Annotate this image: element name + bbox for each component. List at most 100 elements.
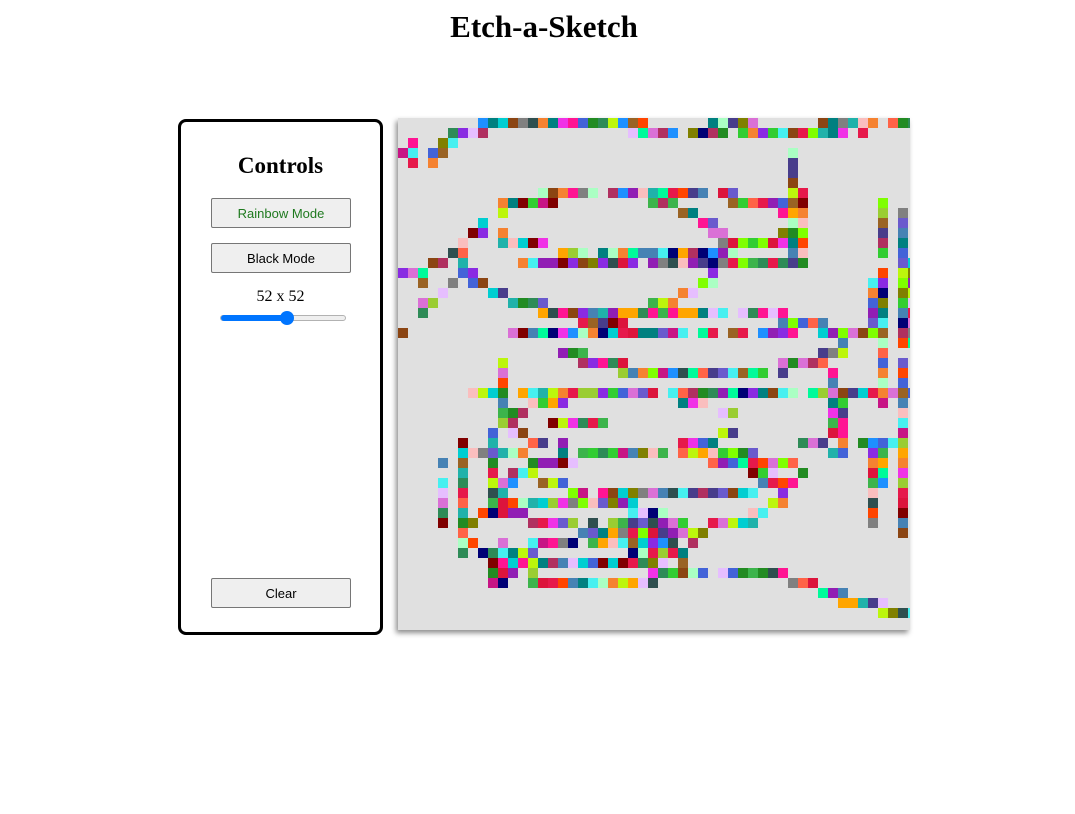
grid-cell xyxy=(468,128,478,138)
grid-cell xyxy=(908,298,910,308)
grid-cell xyxy=(598,578,608,588)
grid-cell xyxy=(528,398,538,408)
grid-cell xyxy=(618,388,628,398)
grid-cell xyxy=(818,328,828,338)
grid-cell xyxy=(718,258,728,268)
grid-cell xyxy=(668,518,678,528)
clear-button[interactable]: Clear xyxy=(211,578,351,608)
grid-cell xyxy=(748,308,758,318)
grid-cell xyxy=(888,388,898,398)
grid-cell xyxy=(508,558,518,568)
grid-cell xyxy=(868,438,878,448)
grid-cell xyxy=(838,398,848,408)
grid-cell xyxy=(538,458,548,468)
grid-cell xyxy=(908,288,910,298)
grid-cell xyxy=(608,248,618,258)
grid-cell xyxy=(838,438,848,448)
grid-cell xyxy=(888,608,898,618)
grid-cell xyxy=(798,358,808,368)
grid-cell xyxy=(538,478,548,488)
grid-cell xyxy=(578,578,588,588)
black-mode-button[interactable]: Black Mode xyxy=(211,243,351,273)
grid-cell xyxy=(458,538,468,548)
grid-cell xyxy=(618,188,628,198)
grid-cell xyxy=(468,228,478,238)
grid-cell xyxy=(518,408,528,418)
grid-cell xyxy=(518,298,528,308)
grid-cell xyxy=(878,318,888,328)
grid-cell xyxy=(468,518,478,528)
grid-cell xyxy=(518,258,528,268)
grid-cell xyxy=(838,408,848,418)
grid-cell xyxy=(878,248,888,258)
grid-cell xyxy=(458,448,468,458)
grid-cell xyxy=(868,278,878,288)
sketch-grid[interactable] xyxy=(398,118,910,630)
grid-cell xyxy=(608,318,618,328)
grid-cell xyxy=(688,538,698,548)
grid-cell xyxy=(718,248,728,258)
grid-cell xyxy=(708,268,718,278)
grid-cell xyxy=(658,128,668,138)
grid-cell xyxy=(838,428,848,438)
grid-cell xyxy=(538,538,548,548)
grid-cell xyxy=(568,188,578,198)
grid-cell xyxy=(548,558,558,568)
grid-cell xyxy=(778,368,788,378)
grid-cell xyxy=(548,498,558,508)
grid-cell xyxy=(488,488,498,498)
grid-cell xyxy=(528,518,538,528)
grid-cell xyxy=(628,118,638,128)
grid-cell xyxy=(788,218,798,228)
grid-cell xyxy=(688,288,698,298)
grid-cell xyxy=(628,308,638,318)
grid-cell xyxy=(568,488,578,498)
grid-cell xyxy=(658,518,668,528)
grid-cell xyxy=(638,558,648,568)
grid-cell xyxy=(728,518,738,528)
grid-cell xyxy=(458,238,468,248)
grid-cell xyxy=(788,258,798,268)
grid-cell xyxy=(578,558,588,568)
grid-cell xyxy=(908,278,910,288)
grid-cell xyxy=(898,278,908,288)
grid-cell xyxy=(898,118,908,128)
grid-cell xyxy=(518,328,528,338)
grid-cell xyxy=(718,568,728,578)
grid-cell xyxy=(828,328,838,338)
grid-cell xyxy=(588,328,598,338)
grid-cell xyxy=(778,568,788,578)
grid-cell xyxy=(498,358,508,368)
grid-cell xyxy=(878,398,888,408)
grid-cell xyxy=(698,308,708,318)
grid-cell xyxy=(668,248,678,258)
grid-cell xyxy=(458,518,468,528)
slider-thumb[interactable] xyxy=(279,311,294,325)
grid-cell xyxy=(758,568,768,578)
grid-cell xyxy=(498,548,508,558)
grid-cell xyxy=(778,198,788,208)
grid-cell xyxy=(708,458,718,468)
grid-cell xyxy=(648,198,658,208)
grid-cell xyxy=(498,568,508,578)
grid-cell xyxy=(668,188,678,198)
grid-cell xyxy=(628,528,638,538)
grid-cell xyxy=(838,588,848,598)
grid-cell xyxy=(748,368,758,378)
grid-cell xyxy=(668,258,678,268)
grid-cell xyxy=(458,498,468,508)
grid-cell xyxy=(878,328,888,338)
grid-cell xyxy=(768,308,778,318)
grid-cell xyxy=(548,418,558,428)
grid-cell xyxy=(728,448,738,458)
grid-size-slider[interactable] xyxy=(220,311,346,325)
grid-cell xyxy=(518,558,528,568)
rainbow-mode-button[interactable]: Rainbow Mode xyxy=(211,198,351,228)
grid-cell xyxy=(528,328,538,338)
grid-cell xyxy=(878,308,888,318)
grid-cell xyxy=(768,128,778,138)
grid-cell xyxy=(438,458,448,468)
grid-cell xyxy=(568,248,578,258)
grid-cell xyxy=(588,258,598,268)
grid-cell xyxy=(528,438,538,448)
